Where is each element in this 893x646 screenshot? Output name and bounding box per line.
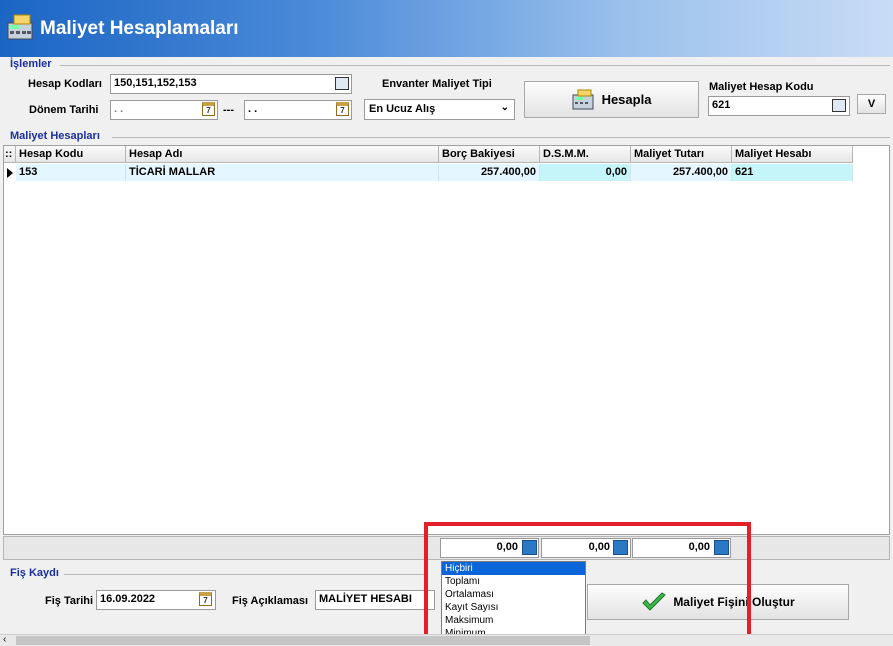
scroll-left-icon[interactable]: ‹	[3, 634, 6, 645]
hesap-kodlari-label: Hesap Kodları	[28, 78, 102, 90]
islemler-divider	[60, 65, 890, 66]
fis-aciklamasi-value: MALİYET HESABI	[319, 593, 412, 605]
cell-hesap-adi[interactable]: TİCARİ MALLAR	[126, 164, 439, 181]
table-row[interactable]: 153 TİCARİ MALLAR 257.400,00 0,00 257.40…	[4, 164, 853, 181]
calculator-app-icon	[6, 13, 36, 43]
column-header-dsmm[interactable]: D.S.M.M.	[540, 146, 631, 163]
islemler-section-title: İşlemler	[10, 58, 52, 70]
cell-maliyet-hesabi[interactable]: 621	[732, 164, 853, 181]
scrollbar-thumb[interactable]	[16, 636, 590, 645]
cell-dsmm[interactable]: 0,00	[540, 164, 631, 181]
hesap-lookup-icon[interactable]	[335, 77, 349, 90]
maliyet-hesaplari-divider	[112, 137, 890, 138]
row-indicator-header: ::	[4, 146, 16, 163]
current-row-arrow-icon	[7, 168, 13, 178]
calendar-icon[interactable]: 7	[336, 102, 349, 116]
maliyet-hesap-kodu-value: 621	[712, 99, 731, 111]
maliyet-hesap-kodu-label: Maliyet Hesap Kodu	[709, 81, 814, 93]
calendar-icon[interactable]: 7	[202, 102, 215, 116]
hesapla-label: Hesapla	[601, 92, 652, 107]
fis-aciklamasi-label: Fiş Açıklaması	[232, 595, 309, 607]
fis-kaydi-divider	[64, 574, 424, 575]
maliyet-hesaplari-section-title: Maliyet Hesapları	[10, 130, 100, 142]
envanter-value: En Ucuz Alış	[369, 103, 436, 115]
donem-end-value: . .	[248, 103, 258, 115]
maliyet-lookup-icon[interactable]	[832, 99, 846, 112]
calculator-icon	[572, 89, 596, 111]
cell-maliyet-tutari[interactable]: 257.400,00	[631, 164, 732, 181]
fis-tarihi-input[interactable]: 16.09.2022	[96, 590, 216, 610]
column-header-hesap-adi[interactable]: Hesap Adı	[126, 146, 439, 163]
v-button[interactable]: V	[857, 94, 886, 114]
hesap-kodlari-input[interactable]: 150,151,152,153	[110, 74, 352, 94]
cell-borc-bakiyesi[interactable]: 257.400,00	[439, 164, 540, 181]
column-header-borc-bakiyesi[interactable]: Borç Bakiyesi	[439, 146, 540, 163]
hesapla-button[interactable]: Hesapla	[524, 81, 699, 118]
fis-kaydi-section-title: Fiş Kaydı	[10, 567, 59, 579]
maliyet-grid[interactable]: :: Hesap Kodu Hesap Adı Borç Bakiyesi D.…	[3, 145, 890, 535]
cell-hesap-kodu[interactable]: 153	[16, 164, 126, 181]
column-header-maliyet-hesabi[interactable]: Maliyet Hesabı	[732, 146, 853, 163]
column-header-hesap-kodu[interactable]: Hesap Kodu	[16, 146, 126, 163]
fis-tarihi-value: 16.09.2022	[100, 593, 156, 605]
column-header-maliyet-tutari[interactable]: Maliyet Tutarı	[631, 146, 732, 163]
fis-tarihi-label: Fiş Tarihi	[45, 595, 94, 607]
window-title: Maliyet Hesaplamaları	[40, 18, 239, 39]
envanter-label: Envanter Maliyet Tipi	[382, 78, 492, 90]
calendar-icon[interactable]: 7	[199, 592, 212, 606]
chevron-down-icon: ⌄	[500, 102, 509, 113]
donem-separator: ---	[223, 104, 234, 116]
highlight-box	[424, 522, 751, 646]
fis-aciklamasi-input[interactable]: MALİYET HESABI	[315, 590, 435, 610]
maliyet-hesap-kodu-input[interactable]: 621	[708, 96, 850, 116]
donem-start-value: . .	[114, 103, 124, 115]
hesap-kodlari-value: 150,151,152,153	[114, 77, 197, 89]
donem-tarihi-label: Dönem Tarihi	[29, 104, 99, 116]
envanter-select[interactable]: En Ucuz Alış ⌄	[364, 99, 515, 120]
